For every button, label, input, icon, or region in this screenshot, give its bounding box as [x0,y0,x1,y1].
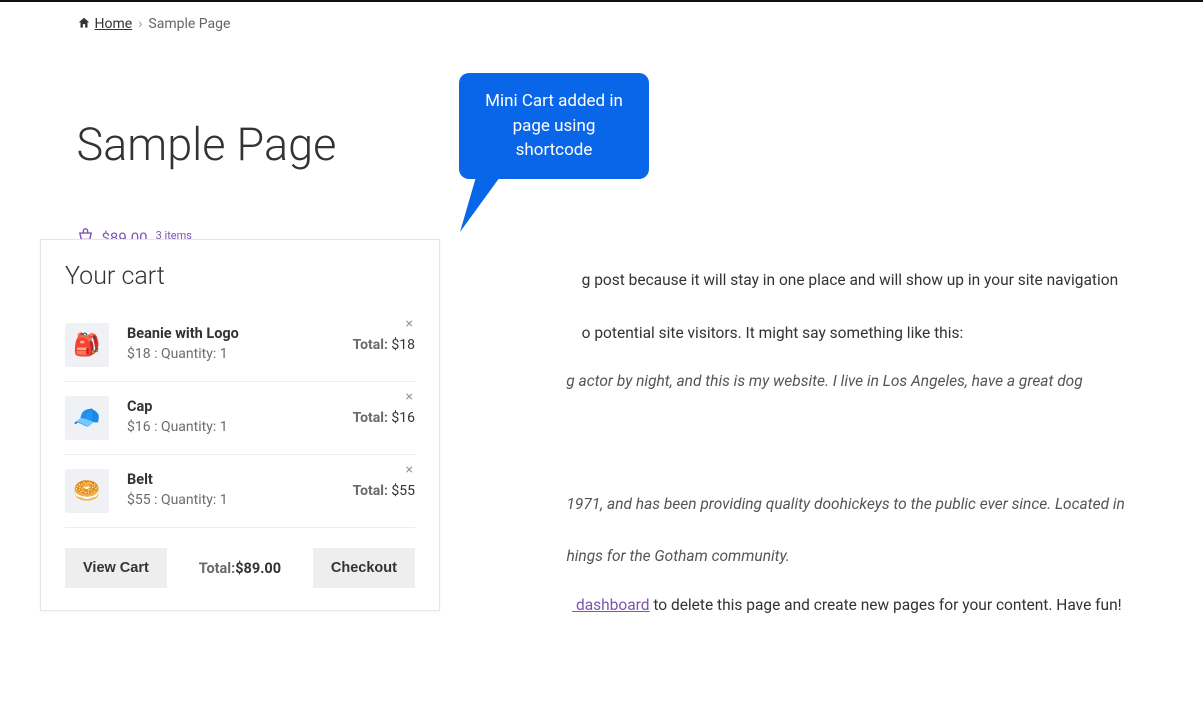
product-meta: $16 : Quantity: 1 [127,419,343,435]
view-cart-button[interactable]: View Cart [65,548,167,588]
product-name[interactable]: Cap [127,398,343,415]
breadcrumb-home[interactable]: Home [95,16,133,32]
close-icon[interactable]: × [402,315,417,333]
mini-cart: Your cart × 🎒 Beanie with Logo $18 : Qua… [40,239,440,611]
chevron-right-icon: › [138,16,142,32]
checkout-button[interactable]: Checkout [313,548,415,588]
cart-grand-total: Total:$89.00 [199,560,281,577]
cart-item: × 🥯 Belt $55 : Quantity: 1 Total: $55 [65,455,415,528]
content-text: to delete this page and create new pages… [650,596,1122,614]
product-name[interactable]: Belt [127,471,343,488]
product-thumb[interactable]: 🥯 [65,469,109,513]
callout-bubble: Mini Cart added in page using shortcode [459,73,649,179]
mini-cart-title: Your cart [65,262,415,291]
cart-item: × 🎒 Beanie with Logo $18 : Quantity: 1 T… [65,309,415,382]
product-total: Total: $18 [353,337,415,353]
callout-text: Mini Cart added in page using shortcode [485,91,623,160]
breadcrumb-current: Sample Page [148,16,230,32]
breadcrumb: Home › Sample Page [77,2,1127,48]
product-total: Total: $55 [353,483,415,499]
product-meta: $18 : Quantity: 1 [127,346,343,362]
content-text: o potential site visitors. It might say … [582,324,964,342]
product-total: Total: $16 [353,410,415,426]
cart-item: × 🧢 Cap $16 : Quantity: 1 Total: $16 [65,382,415,455]
content-quote: hings for the Gotham community. [566,547,789,565]
product-thumb[interactable]: 🧢 [65,396,109,440]
product-name[interactable]: Beanie with Logo [127,325,343,342]
dashboard-link[interactable]: dashboard [572,596,649,614]
home-icon [77,16,91,34]
product-meta: $55 : Quantity: 1 [127,492,343,508]
product-thumb[interactable]: 🎒 [65,323,109,367]
close-icon[interactable]: × [402,388,417,406]
close-icon[interactable]: × [402,461,417,479]
